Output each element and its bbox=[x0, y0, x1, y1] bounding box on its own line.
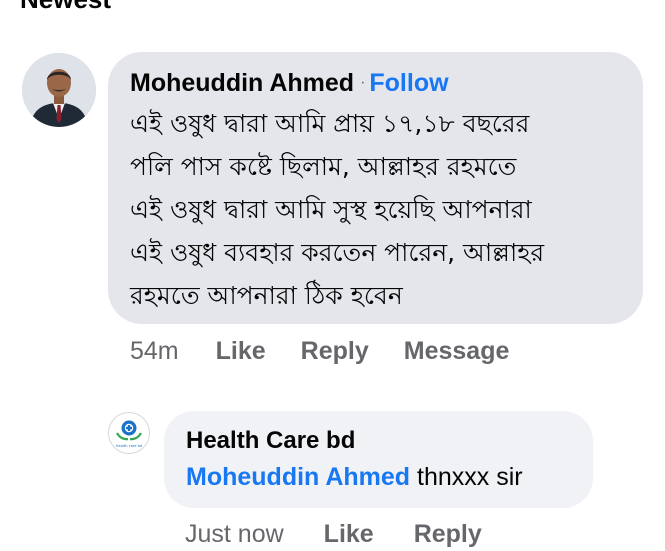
reply-text: thnxxx sir bbox=[417, 463, 523, 491]
reply-like-button[interactable]: Like bbox=[324, 517, 374, 551]
reply-timestamp[interactable]: Just now bbox=[185, 517, 284, 551]
reply-bubble: Health Care bd Moheuddin Ahmed thnxxx si… bbox=[164, 411, 593, 508]
reply-author-name[interactable]: Health Care bd bbox=[186, 425, 571, 457]
section-heading-cut: Newest bbox=[20, 0, 111, 15]
comment-bubble: Moheuddin Ahmed · Follow এই ওষুধ দ্বারা আম… bbox=[108, 52, 643, 324]
like-button[interactable]: Like bbox=[216, 334, 266, 368]
reply-reply-button[interactable]: Reply bbox=[414, 517, 482, 551]
reply-actions: Just now Like Reply bbox=[185, 517, 482, 551]
message-button[interactable]: Message bbox=[404, 334, 510, 368]
profile-photo-icon bbox=[22, 53, 96, 127]
reply-button[interactable]: Reply bbox=[301, 334, 369, 368]
comment-actions: 54m Like Reply Message bbox=[130, 334, 509, 368]
comment-header: Moheuddin Ahmed · Follow bbox=[130, 66, 621, 100]
reply-mention-link[interactable]: Moheuddin Ahmed bbox=[186, 463, 410, 491]
page-avatar[interactable]: Health care bd bbox=[108, 412, 150, 454]
comment-text: এই ওষুধ দ্বারা আমি প্রায় ১৭,১৮ বছরের পল… bbox=[130, 109, 545, 310]
reply-text-line: Moheuddin Ahmed thnxxx sir bbox=[186, 459, 571, 495]
health-care-logo-icon: Health care bd bbox=[116, 420, 142, 448]
commenter-avatar[interactable] bbox=[22, 53, 96, 127]
follow-button[interactable]: Follow bbox=[369, 69, 448, 97]
comment-author-name[interactable]: Moheuddin Ahmed bbox=[130, 69, 354, 97]
comment-timestamp[interactable]: 54m bbox=[130, 334, 179, 368]
page-avatar-text: Health care bd bbox=[116, 444, 142, 448]
separator-dot: · bbox=[360, 74, 366, 91]
